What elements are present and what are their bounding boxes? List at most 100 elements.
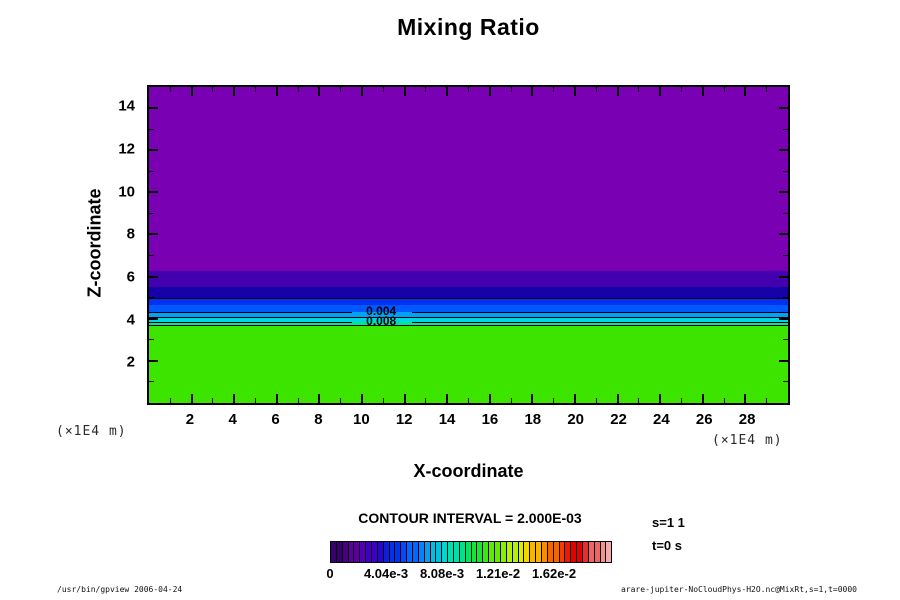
x-axis-tick	[276, 87, 278, 96]
x-axis-tick	[489, 394, 491, 403]
contour-line	[412, 312, 788, 313]
y-axis-tick	[783, 213, 788, 214]
x-tick-label: 12	[396, 411, 413, 428]
x-tick-label: 14	[439, 411, 456, 428]
x-axis-tick	[702, 87, 704, 96]
colorbar-label: 1.62e-2	[532, 566, 576, 581]
x-axis-tick	[383, 87, 384, 92]
y-tick-label: 12	[118, 141, 135, 158]
y-axis-tick	[149, 171, 154, 172]
y-axis-tick	[779, 191, 788, 193]
x-axis-tick	[212, 398, 213, 403]
x-axis-tick	[638, 398, 639, 403]
contour-line	[412, 322, 788, 323]
x-axis-tick	[170, 87, 171, 92]
x-axis-tick	[298, 87, 299, 92]
x-axis-tick	[191, 87, 193, 96]
contour-line	[149, 298, 788, 299]
x-tick-label: 24	[653, 411, 670, 428]
x-axis-tick	[191, 394, 193, 403]
x-tick-label: 16	[482, 411, 499, 428]
y-axis-tick	[149, 149, 158, 151]
y-axis-tick	[779, 107, 788, 109]
y-axis-tick	[149, 129, 154, 130]
y-axis-tick	[783, 255, 788, 256]
x-axis-tick	[744, 394, 746, 403]
y-axis-tick	[149, 107, 158, 109]
x-tick-label: 22	[610, 411, 627, 428]
x-axis-tick	[596, 398, 597, 403]
x-axis-tick	[766, 87, 767, 92]
x-axis-tick	[553, 87, 554, 92]
contour-fill-band	[149, 298, 788, 305]
x-axis-tick	[617, 394, 619, 403]
y-tick-label: 8	[127, 226, 135, 243]
x-axis-tick	[489, 87, 491, 96]
x-axis-tick-labels: 246810121416182022242628	[147, 411, 790, 431]
x-tick-label: 6	[271, 411, 279, 428]
x-axis-tick	[318, 87, 320, 96]
x-axis-tick	[574, 394, 576, 403]
x-axis-tick	[617, 87, 619, 96]
x-axis-tick	[361, 394, 363, 403]
colorbar-label: 4.04e-3	[364, 566, 408, 581]
contour-line	[149, 312, 352, 313]
y-axis-tick	[779, 318, 788, 320]
contour-fill-band	[149, 271, 788, 287]
y-axis-tick	[149, 255, 154, 256]
y-axis-tick	[783, 129, 788, 130]
x-tick-label: 26	[696, 411, 713, 428]
x-axis-tick	[276, 394, 278, 403]
contour-line	[149, 325, 788, 326]
y-axis-tick	[783, 171, 788, 172]
y-axis-tick	[149, 360, 158, 362]
y-axis-tick	[149, 276, 158, 278]
x-axis-tick	[766, 398, 767, 403]
x-tick-label: 2	[186, 411, 194, 428]
x-axis-tick	[318, 394, 320, 403]
contour-fill-band	[149, 87, 788, 271]
x-axis-tick	[233, 87, 235, 96]
x-axis-tick	[383, 398, 384, 403]
x-axis-tick	[724, 398, 725, 403]
x-tick-label: 4	[229, 411, 237, 428]
contour-fill-band	[149, 287, 788, 298]
y-axis-tick	[149, 213, 154, 214]
colorbar-label: 8.08e-3	[420, 566, 464, 581]
x-axis-tick	[298, 398, 299, 403]
x-tick-label: 18	[524, 411, 541, 428]
contour-fill-band	[149, 305, 788, 312]
x-tick-label: 20	[567, 411, 584, 428]
x-axis-tick	[361, 87, 363, 96]
x-axis-tick	[702, 394, 704, 403]
y-tick-label: 4	[127, 311, 135, 328]
x-axis-tick	[468, 87, 469, 92]
y-axis-tick	[149, 318, 158, 320]
x-axis-tick	[404, 394, 406, 403]
y-tick-label: 2	[127, 354, 135, 371]
x-axis-unit-label: (×1E4 m)	[712, 433, 783, 448]
x-axis-tick	[255, 398, 256, 403]
annotation-time: t=0 s	[652, 538, 682, 553]
x-axis-tick	[659, 394, 661, 403]
y-axis-tick	[779, 360, 788, 362]
plot-area: 0.0040.008	[147, 85, 790, 405]
colorbar-label: 0	[326, 566, 333, 581]
x-axis-tick	[446, 394, 448, 403]
colorbar	[330, 541, 612, 563]
x-axis-tick	[404, 87, 406, 96]
y-axis-tick	[783, 297, 788, 298]
x-axis-tick	[553, 398, 554, 403]
y-axis-tick	[783, 339, 788, 340]
y-axis-tick	[783, 381, 788, 382]
y-axis-tick	[149, 233, 158, 235]
x-axis-tick	[425, 398, 426, 403]
contour-line	[149, 322, 352, 323]
x-axis-tick	[446, 87, 448, 96]
chart-title: Mixing Ratio	[147, 14, 790, 41]
x-axis-tick	[596, 87, 597, 92]
footer-command-path: /usr/bin/gpview 2006-04-24	[57, 585, 182, 594]
x-tick-label: 8	[314, 411, 322, 428]
y-tick-label: 14	[118, 98, 135, 115]
x-axis-tick	[233, 394, 235, 403]
